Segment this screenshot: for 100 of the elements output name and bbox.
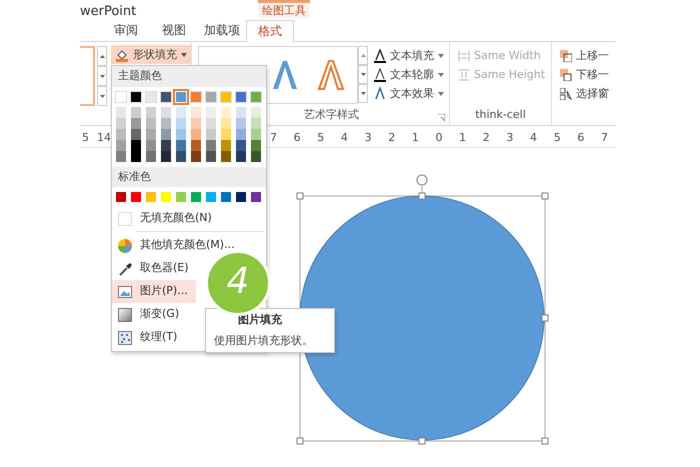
- gallery-scroll-button[interactable]: [358, 65, 368, 84]
- color-swatch[interactable]: [161, 128, 171, 140]
- color-swatch[interactable]: [191, 140, 201, 150]
- color-swatch[interactable]: [221, 140, 231, 150]
- context-tab-label: 绘图工具: [258, 0, 310, 18]
- color-swatch[interactable]: [161, 92, 171, 102]
- color-swatch[interactable]: [161, 150, 171, 162]
- dropdown-caret-icon: [181, 52, 187, 56]
- color-swatch[interactable]: [176, 192, 186, 202]
- color-swatch[interactable]: [236, 92, 246, 102]
- ribbon-tab[interactable]: 审阅: [102, 20, 150, 41]
- color-swatch[interactable]: [221, 192, 231, 202]
- color-swatch[interactable]: [191, 150, 201, 162]
- down-arrow-icon: [100, 74, 104, 78]
- gallery-scroll-button[interactable]: [97, 46, 107, 66]
- color-swatch[interactable]: [146, 128, 156, 140]
- shape-fill-button[interactable]: 形状填充: [111, 45, 191, 64]
- color-swatch[interactable]: [146, 140, 156, 150]
- color-swatch[interactable]: [251, 192, 261, 202]
- color-swatch[interactable]: [236, 128, 246, 140]
- color-swatch[interactable]: [191, 92, 201, 102]
- color-swatch[interactable]: [251, 106, 261, 118]
- color-swatch[interactable]: [176, 128, 186, 140]
- dialog-launcher-icon[interactable]: [438, 114, 445, 121]
- color-swatch[interactable]: [206, 192, 216, 202]
- color-swatch[interactable]: [116, 118, 126, 128]
- arrange-button[interactable]: 上移一: [558, 46, 615, 65]
- menu-item[interactable]: 纹理(T): [112, 326, 186, 349]
- color-swatch[interactable]: [251, 118, 261, 128]
- color-swatch[interactable]: [131, 192, 141, 202]
- color-swatch[interactable]: [161, 192, 171, 202]
- arrange-button[interactable]: 选择窗: [558, 84, 615, 103]
- color-swatch[interactable]: [161, 118, 171, 128]
- color-swatch[interactable]: [236, 192, 246, 202]
- color-swatch[interactable]: [116, 192, 126, 202]
- color-swatch[interactable]: [191, 192, 201, 202]
- text-format-button[interactable]: 文本效果: [372, 84, 446, 103]
- color-swatch[interactable]: [146, 106, 156, 118]
- color-swatch[interactable]: [116, 106, 126, 118]
- color-swatch[interactable]: [206, 128, 216, 140]
- color-swatch[interactable]: [146, 92, 156, 102]
- color-swatch[interactable]: [116, 128, 126, 140]
- color-swatch[interactable]: [131, 140, 141, 150]
- color-swatch[interactable]: [116, 140, 126, 150]
- color-swatch[interactable]: [236, 106, 246, 118]
- no-fill-option[interactable]: 无填充颜色(N): [112, 207, 220, 230]
- color-swatch[interactable]: [206, 140, 216, 150]
- color-swatch[interactable]: [236, 150, 246, 162]
- color-swatch[interactable]: [251, 140, 261, 150]
- menu-item[interactable]: 图片(P)...: [112, 280, 196, 303]
- color-swatch[interactable]: [221, 106, 231, 118]
- align-size-label: Same Height: [474, 67, 546, 83]
- color-swatch[interactable]: [146, 118, 156, 128]
- gallery-scroll-button[interactable]: [358, 84, 368, 103]
- color-swatch[interactable]: [116, 150, 126, 162]
- color-swatch[interactable]: [206, 106, 216, 118]
- ribbon-tab[interactable]: 格式: [246, 20, 294, 43]
- color-swatch[interactable]: [191, 106, 201, 118]
- color-swatch[interactable]: [176, 118, 186, 128]
- color-swatch[interactable]: [221, 128, 231, 140]
- color-swatch[interactable]: [221, 150, 231, 162]
- color-swatch[interactable]: [251, 150, 261, 162]
- menu-item[interactable]: 渐变(G): [112, 303, 188, 326]
- color-swatch[interactable]: [251, 92, 261, 102]
- color-swatch[interactable]: [221, 118, 231, 128]
- color-swatch[interactable]: [131, 106, 141, 118]
- gallery-scroll-button[interactable]: [97, 66, 107, 86]
- color-swatch[interactable]: [176, 92, 186, 102]
- text-format-button[interactable]: 文本轮廓: [372, 65, 446, 84]
- color-swatch[interactable]: [131, 150, 141, 162]
- arrange-button[interactable]: 下移一: [558, 65, 615, 84]
- wordart-sample-icon: [317, 59, 345, 91]
- menu-item[interactable]: 取色器(E): [112, 257, 197, 280]
- gallery-scroll-button[interactable]: [97, 86, 107, 106]
- color-swatch[interactable]: [131, 118, 141, 128]
- color-swatch[interactable]: [191, 118, 201, 128]
- color-swatch[interactable]: [206, 150, 216, 162]
- color-swatch[interactable]: [176, 150, 186, 162]
- color-swatch[interactable]: [191, 128, 201, 140]
- color-swatch[interactable]: [131, 128, 141, 140]
- color-swatch[interactable]: [131, 92, 141, 102]
- color-swatch[interactable]: [206, 118, 216, 128]
- color-swatch[interactable]: [176, 106, 186, 118]
- color-swatch[interactable]: [221, 92, 231, 102]
- color-swatch[interactable]: [146, 150, 156, 162]
- color-swatch[interactable]: [251, 128, 261, 140]
- color-swatch[interactable]: [206, 92, 216, 102]
- wordart-gallery[interactable]: [198, 46, 358, 104]
- color-swatch[interactable]: [176, 140, 186, 150]
- text-format-button[interactable]: 文本填充: [372, 46, 446, 65]
- color-swatch[interactable]: [161, 106, 171, 118]
- ribbon-tab[interactable]: 视图: [150, 20, 198, 41]
- color-wheel-icon: [118, 238, 132, 252]
- ribbon-tab[interactable]: 加载项: [198, 20, 246, 41]
- color-swatch[interactable]: [161, 140, 171, 150]
- gallery-scroll-button[interactable]: [358, 46, 368, 65]
- color-swatch[interactable]: [236, 140, 246, 150]
- color-swatch[interactable]: [236, 118, 246, 128]
- down-arrow-icon: [360, 73, 366, 76]
- color-swatch[interactable]: [146, 192, 156, 202]
